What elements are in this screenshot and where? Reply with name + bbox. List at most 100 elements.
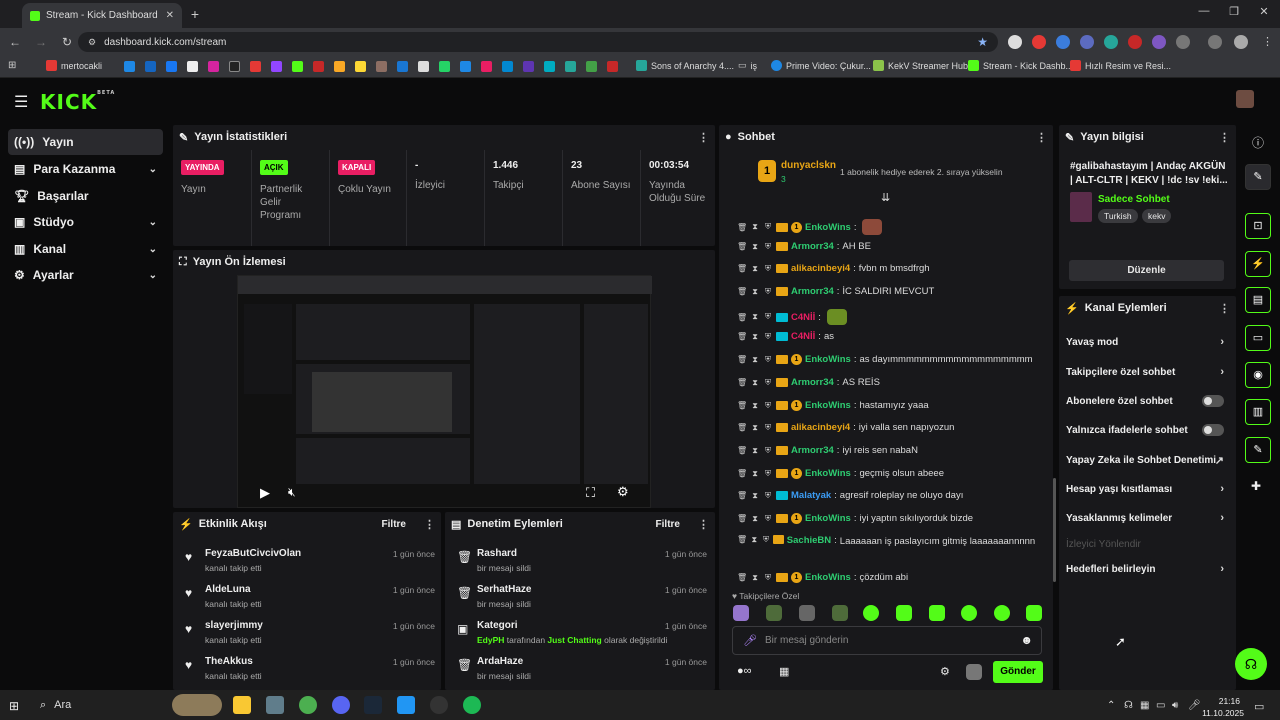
bookmark-favicon-icon[interactable] — [313, 61, 324, 72]
bookmark-favicon-icon[interactable] — [502, 61, 513, 72]
delete-message-icon[interactable]: 🗑︎ — [737, 242, 747, 251]
more-options-icon[interactable]: ⋮ — [1036, 131, 1047, 144]
x-twitter-icon[interactable] — [229, 61, 240, 72]
ban-icon[interactable]: ⛨ — [763, 287, 773, 297]
volume-icon[interactable]: 🔊︎ — [1172, 700, 1178, 711]
chat-username[interactable]: C4Nİİ — [791, 312, 815, 323]
timeout-icon[interactable]: ⧗ — [750, 332, 760, 342]
timeout-icon[interactable]: ⧗ — [750, 491, 760, 501]
bookmark-folder[interactable]: ▭ iş — [738, 60, 757, 71]
filter-button[interactable]: Filtre — [382, 519, 406, 530]
extension-icon[interactable] — [1080, 35, 1094, 49]
chat-icon[interactable]: ▭ — [1245, 325, 1271, 351]
timeout-icon[interactable]: ⧗ — [750, 242, 760, 252]
bookmark-favicon-icon[interactable] — [544, 61, 555, 72]
chat-username[interactable]: EnkoWins — [805, 222, 851, 233]
chat-username[interactable]: Armorr34 — [791, 241, 834, 252]
broadcast-icon[interactable]: ◉ — [1245, 362, 1271, 388]
action-yasakli-kelimeler[interactable]: Yasaklanmış kelimeler › — [1060, 506, 1230, 530]
edit-button[interactable]: Düzenle — [1069, 260, 1224, 281]
timeout-icon[interactable]: ⧗ — [750, 423, 760, 433]
bookmark-favicon-icon[interactable] — [376, 61, 387, 72]
ban-icon[interactable]: ⛨ — [763, 573, 773, 583]
timeout-icon[interactable]: ⧗ — [750, 535, 759, 545]
emote-icon[interactable] — [961, 605, 977, 621]
sidebar-item-basarilar[interactable]: 🏆︎ Başarılar — [8, 183, 163, 209]
chat-username[interactable]: alikacinbeyi4 — [791, 263, 850, 274]
delete-message-icon[interactable]: 🗑︎ — [737, 573, 747, 582]
points-icon[interactable]: ●∞ — [737, 665, 752, 677]
chat-username[interactable]: EnkoWins — [805, 354, 851, 365]
tag[interactable]: kekv — [1142, 209, 1172, 223]
extensions-puzzle-icon[interactable] — [1176, 35, 1190, 49]
calculator-icon[interactable] — [266, 696, 284, 714]
forward-icon[interactable]: → — [34, 35, 48, 49]
filter-button[interactable]: Filtre — [656, 519, 680, 530]
ban-icon[interactable]: ⛨ — [763, 264, 773, 274]
bookmark-favicon-icon[interactable] — [607, 61, 618, 72]
google-icon[interactable] — [187, 61, 198, 72]
emoji-icon[interactable]: ☻ — [1020, 633, 1033, 647]
bookmark-item[interactable]: Prime Video: Çukur... — [771, 60, 871, 71]
bookmark-favicon-icon[interactable] — [523, 61, 534, 72]
cards-icon[interactable]: ▥ — [1245, 399, 1271, 425]
bookmark-item[interactable]: Hızlı Resim ve Resi... — [1070, 60, 1171, 71]
chat-username[interactable]: Malatyak — [791, 490, 831, 501]
delete-message-icon[interactable]: 🗑︎ — [737, 313, 747, 322]
profile-avatar-icon[interactable] — [1234, 35, 1248, 49]
app-icon[interactable] — [397, 696, 415, 714]
chat-username[interactable]: Armorr34 — [791, 286, 834, 297]
delete-message-icon[interactable]: 🗑︎ — [737, 264, 747, 273]
action-yapay-zeka[interactable]: Yapay Zeka ile Sohbet Denetimi ↗ — [1060, 448, 1230, 472]
kick-icon[interactable] — [292, 61, 303, 72]
ban-icon[interactable]: ⛨ — [763, 514, 773, 524]
emote-icon[interactable] — [863, 605, 879, 621]
file-explorer-icon[interactable] — [233, 696, 251, 714]
twitch-icon[interactable] — [271, 61, 282, 72]
emote-icon[interactable] — [766, 605, 782, 621]
toggle-switch[interactable] — [1202, 395, 1224, 407]
category-name[interactable]: Sadece Sohbet — [1098, 194, 1170, 205]
scroll-down-icon[interactable]: ⇊ — [881, 191, 890, 204]
sidebar-item-yayin[interactable]: ((•)) Yayın — [8, 129, 163, 155]
emote-icon[interactable] — [994, 605, 1010, 621]
timeout-icon[interactable]: ⧗ — [750, 378, 760, 388]
bookmark-favicon-icon[interactable] — [355, 61, 366, 72]
microphone-icon[interactable]: 🎤︎ — [743, 634, 757, 647]
steam-icon[interactable] — [397, 61, 408, 72]
user-avatar[interactable] — [1236, 90, 1254, 108]
timeout-icon[interactable]: ⧗ — [750, 222, 760, 232]
discord-icon[interactable] — [332, 696, 350, 714]
chat-username[interactable]: EnkoWins — [805, 513, 851, 524]
more-options-icon[interactable]: ⋮ — [1219, 131, 1230, 144]
ban-icon[interactable]: ⛨ — [763, 222, 773, 232]
edit-icon[interactable]: ✎ — [1245, 164, 1271, 190]
extension-icon[interactable] — [1152, 35, 1166, 49]
emote-icon[interactable] — [832, 605, 848, 621]
extension-icon[interactable] — [1008, 35, 1022, 49]
emote-icon[interactable] — [799, 605, 815, 621]
ban-icon[interactable]: ⛨ — [763, 378, 773, 388]
action-ifadelerle-sohbet[interactable]: Yalnızca ifadelerle sohbet — [1060, 418, 1230, 442]
headphones-icon[interactable]: ☊ — [1124, 700, 1133, 711]
extension-icon[interactable] — [1104, 35, 1118, 49]
info-icon[interactable]: ⓘ — [1252, 134, 1264, 151]
bookmark-favicon-icon[interactable] — [586, 61, 597, 72]
taskbar-time[interactable]: 21:16 — [1206, 696, 1240, 706]
timeout-icon[interactable]: ⧗ — [750, 401, 760, 411]
more-options-icon[interactable]: ⋮ — [1219, 302, 1230, 315]
action-hesap-yasi[interactable]: Hesap yaşı kısıtlaması › — [1060, 477, 1230, 501]
ban-icon[interactable]: ⛨ — [762, 535, 771, 545]
chat-username[interactable]: C4Nİİ — [791, 331, 815, 342]
chat-username[interactable]: EnkoWins — [805, 400, 851, 411]
delete-message-icon[interactable]: 🗑︎ — [737, 423, 747, 432]
sidebar-item-ayarlar[interactable]: ⚙ Ayarlar ⌄ — [8, 262, 163, 288]
more-options-icon[interactable]: ⋮ — [424, 518, 435, 531]
store-icon[interactable]: ▦ — [779, 665, 789, 678]
timeout-icon[interactable]: ⧗ — [750, 469, 760, 479]
bookmark-favicon-icon[interactable] — [334, 61, 345, 72]
windows-start-icon[interactable]: ⊞ — [9, 699, 19, 713]
instagram-icon[interactable] — [208, 61, 219, 72]
ban-icon[interactable]: ⛨ — [763, 446, 773, 456]
delete-message-icon[interactable]: 🗑︎ — [737, 401, 747, 410]
